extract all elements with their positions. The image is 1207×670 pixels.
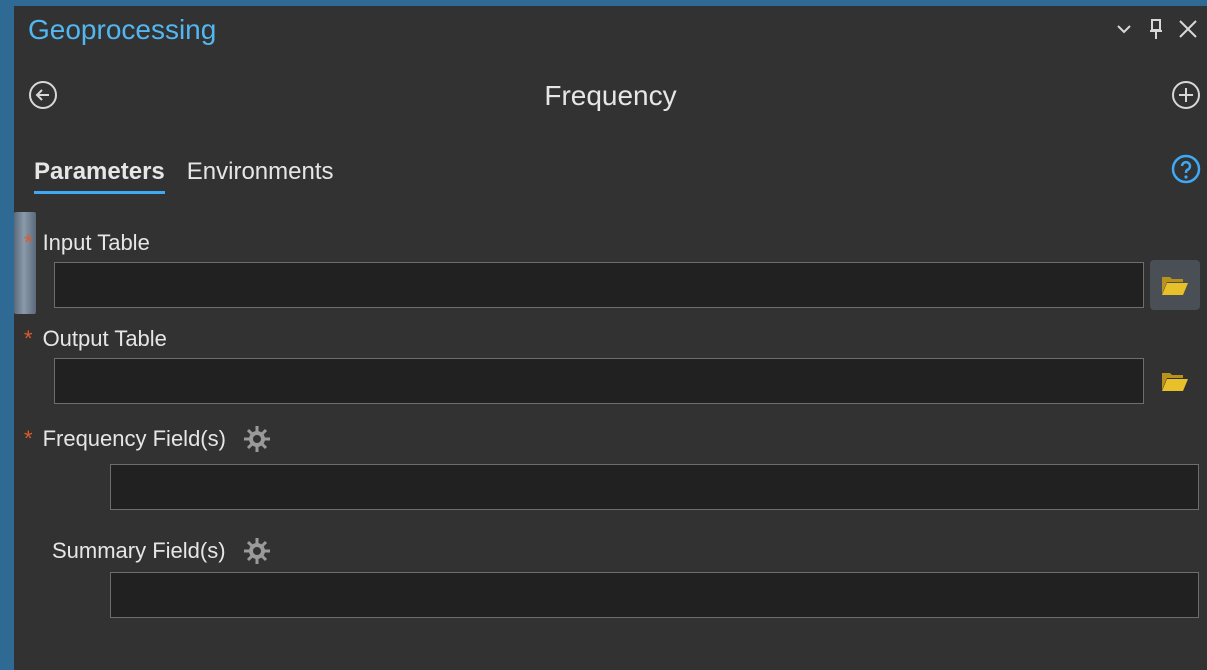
output-table-label-row: * Output Table xyxy=(24,326,167,352)
summary-fields-label: Summary Field(s) xyxy=(52,538,226,563)
folder-open-icon xyxy=(1162,373,1188,391)
output-table-field[interactable] xyxy=(54,358,1144,404)
input-table-browse-button[interactable] xyxy=(1150,260,1200,310)
help-button[interactable] xyxy=(1171,154,1201,184)
help-icon xyxy=(1171,154,1201,184)
window-left-edge xyxy=(0,0,14,670)
summary-fields-label-row: Summary Field(s) xyxy=(52,536,272,566)
output-table-browse-button[interactable] xyxy=(1150,356,1200,406)
gear-icon[interactable] xyxy=(242,424,272,454)
geoprocessing-pane: Geoprocessing Frequency Parameters Envir… xyxy=(14,6,1207,670)
folder-open-icon xyxy=(1162,277,1188,295)
plus-circle-icon xyxy=(1172,81,1200,109)
output-table-label: Output Table xyxy=(42,326,167,351)
frequency-fields-field[interactable] xyxy=(110,464,1199,510)
summary-fields-field[interactable] xyxy=(110,572,1199,618)
close-icon[interactable] xyxy=(1177,16,1199,42)
tab-environments[interactable]: Environments xyxy=(187,158,334,194)
gear-icon[interactable] xyxy=(242,536,272,566)
active-parameter-indicator xyxy=(14,212,36,314)
pane-title: Geoprocessing xyxy=(28,14,217,45)
tool-title: Frequency xyxy=(544,80,677,111)
pin-icon[interactable] xyxy=(1145,16,1167,42)
pane-title-controls xyxy=(1113,16,1199,42)
frequency-fields-label: Frequency Field(s) xyxy=(42,426,226,451)
tab-parameters[interactable]: Parameters xyxy=(34,158,165,194)
required-marker: * xyxy=(24,326,33,351)
frequency-fields-label-row: * Frequency Field(s) xyxy=(24,424,272,454)
input-table-label-row: * Input Table xyxy=(24,230,150,256)
input-table-label: Input Table xyxy=(42,230,150,255)
add-button[interactable] xyxy=(1171,80,1201,110)
input-table-field[interactable] xyxy=(54,262,1144,308)
required-marker: * xyxy=(24,426,33,451)
chevron-down-icon[interactable] xyxy=(1113,16,1135,42)
required-marker: * xyxy=(24,230,33,255)
tab-bar: Parameters Environments xyxy=(34,158,334,194)
